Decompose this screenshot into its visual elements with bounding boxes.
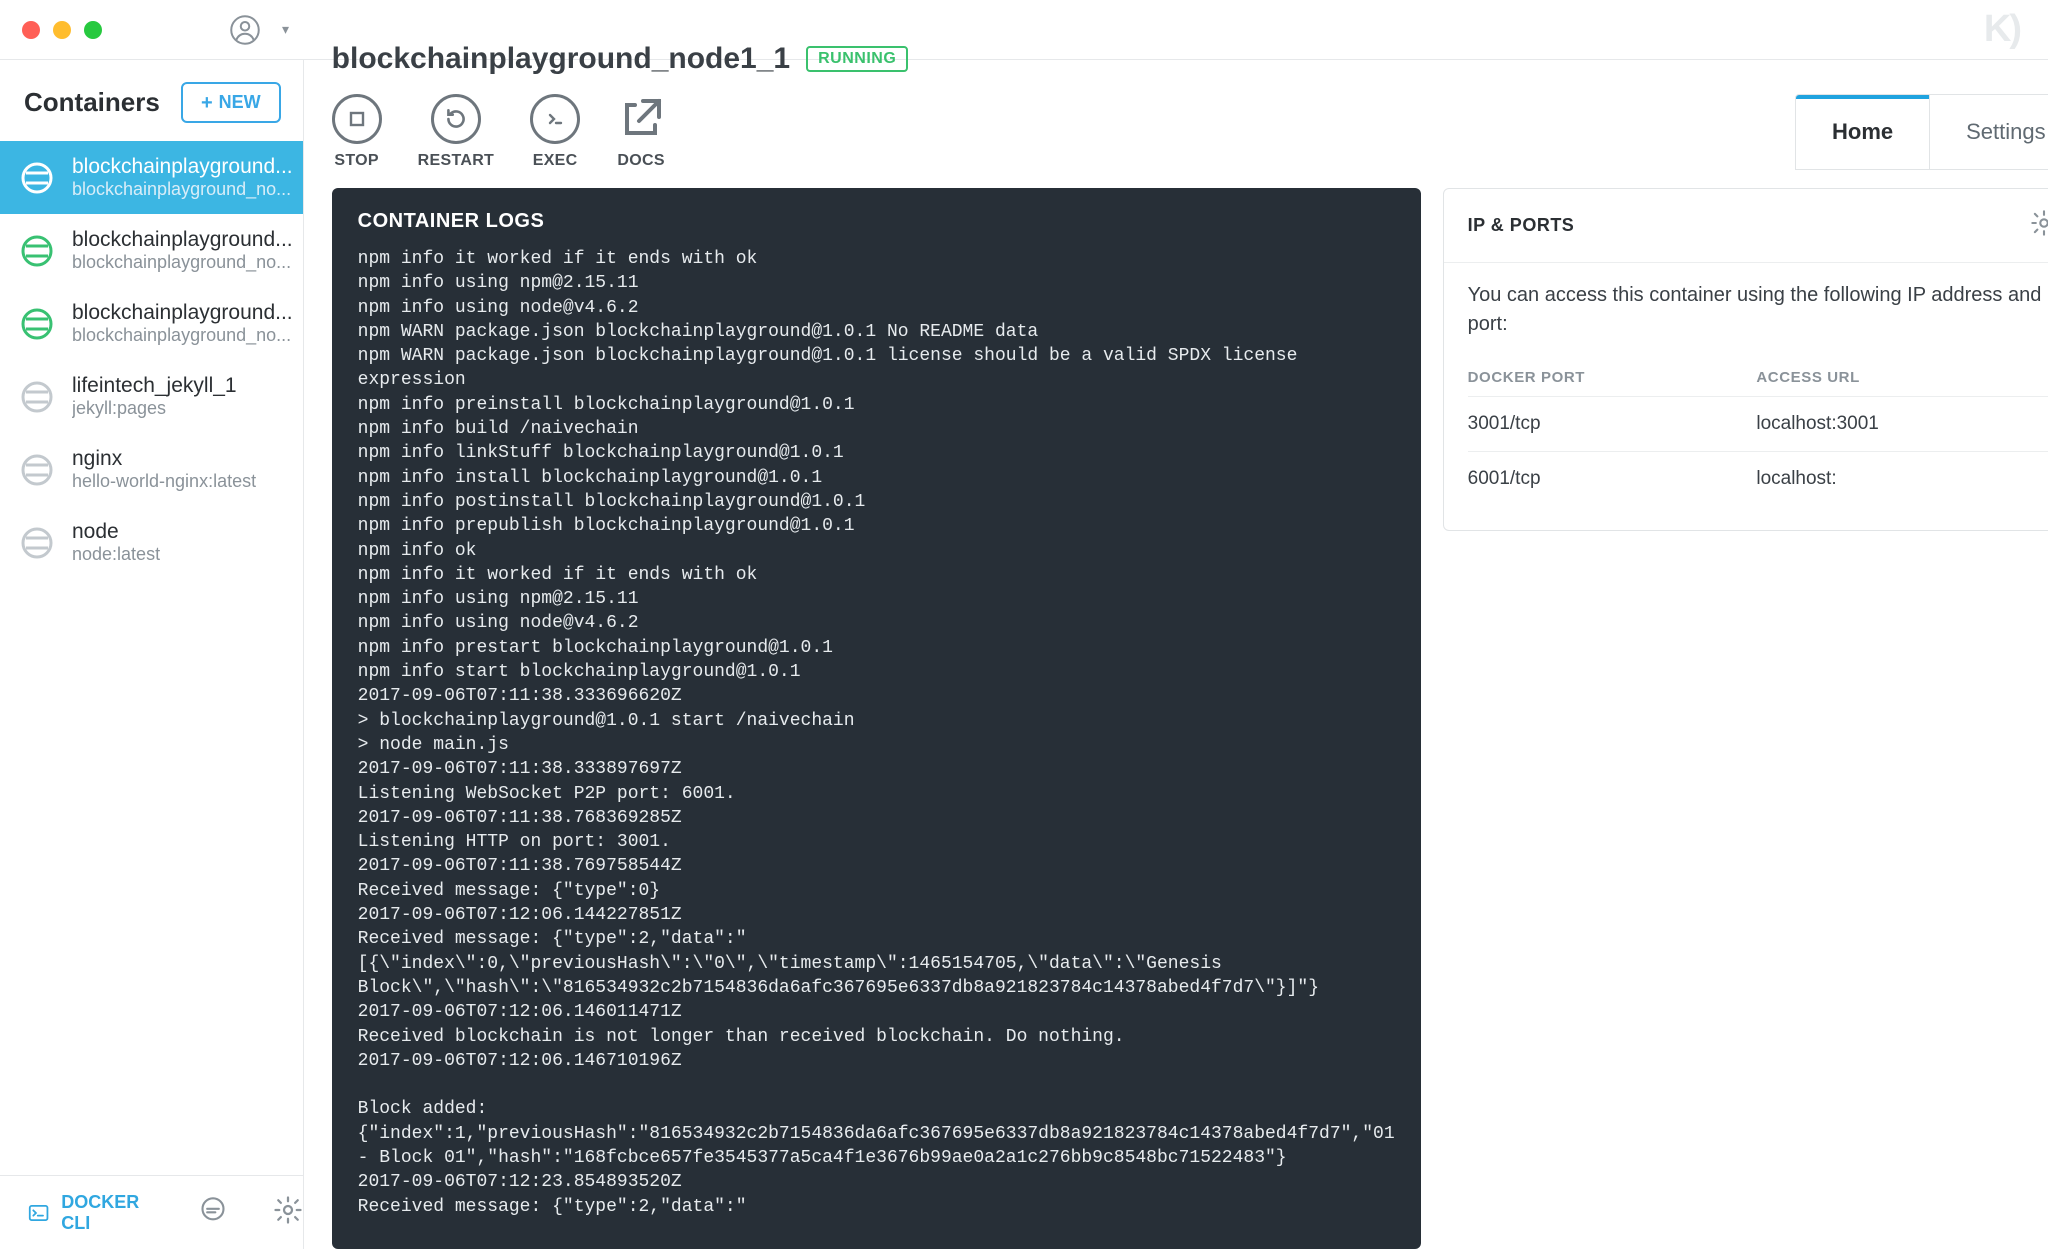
docker-cli-button[interactable]: DOCKER CLI [28, 1192, 153, 1234]
tab-bar: Home Settings [1795, 94, 2048, 170]
sidebar: Containers + NEW blockchainplayground...… [0, 60, 304, 1249]
ports-settings-button[interactable] [2030, 209, 2048, 242]
docs-label: DOCS [617, 152, 664, 170]
stop-button[interactable]: STOP [332, 94, 382, 170]
docker-cli-label: DOCKER CLI [61, 1192, 152, 1234]
new-container-button[interactable]: + NEW [181, 82, 281, 123]
container-item-name: blockchainplayground... [72, 228, 293, 252]
sidebar-item-container[interactable]: blockchainplayground...blockchainplaygro… [0, 141, 303, 214]
sidebar-item-container[interactable]: nginxhello-world-nginx:latest [0, 433, 303, 506]
ports-cell-url[interactable]: localhost:3001 [1756, 397, 2048, 452]
container-name: blockchainplayground_node1_1 [332, 42, 790, 76]
ports-title: IP & PORTS [1468, 215, 1575, 236]
ports-header-port: DOCKER PORT [1468, 359, 1757, 397]
container-item-name: lifeintech_jekyll_1 [72, 374, 237, 398]
container-item-image: hello-world-nginx:latest [72, 471, 256, 492]
restart-icon [443, 106, 469, 132]
ports-header-url: ACCESS URL [1756, 359, 2048, 397]
restart-button[interactable]: RESTART [418, 94, 494, 170]
container-item-name: node [72, 520, 160, 544]
chat-icon [199, 1196, 227, 1224]
ports-table: DOCKER PORT ACCESS URL 3001/tcplocalhost… [1468, 359, 2048, 506]
container-item-image: blockchainplayground_no... [72, 325, 293, 346]
external-link-icon [617, 95, 665, 143]
container-status-icon [20, 526, 54, 560]
container-item-image: blockchainplayground_no... [72, 179, 293, 200]
main-panel: blockchainplayground_node1_1 RUNNING STO… [304, 60, 2048, 1249]
container-logs-card: CONTAINER LOGS npm info it worked if it … [332, 188, 1421, 1249]
ports-description: You can access this container using the … [1468, 281, 2048, 339]
container-status-icon [20, 234, 54, 268]
gear-icon [273, 1195, 303, 1225]
sidebar-title: Containers [24, 87, 160, 118]
action-bar: STOP RESTART EXEC DOCS [332, 94, 666, 170]
new-button-label: NEW [219, 92, 261, 113]
sidebar-item-container[interactable]: blockchainplayground...blockchainplaygro… [0, 287, 303, 360]
ports-row: 3001/tcplocalhost:3001 [1468, 397, 2048, 452]
restart-label: RESTART [418, 152, 494, 170]
ip-ports-card: IP & PORTS You can access this container… [1443, 188, 2048, 531]
stop-label: STOP [334, 152, 378, 170]
tab-settings[interactable]: Settings [1929, 95, 2048, 169]
ports-row: 6001/tcplocalhost: [1468, 452, 2048, 507]
container-item-name: blockchainplayground... [72, 301, 293, 325]
user-icon [230, 15, 260, 45]
container-item-image: jekyll:pages [72, 398, 237, 419]
terminal-icon [28, 1200, 49, 1226]
sidebar-item-container[interactable]: blockchainplayground...blockchainplaygro… [0, 214, 303, 287]
exec-label: EXEC [533, 152, 578, 170]
close-window-button[interactable] [22, 21, 40, 39]
minimize-window-button[interactable] [53, 21, 71, 39]
exec-button[interactable]: EXEC [530, 94, 580, 170]
tab-home[interactable]: Home [1796, 95, 1929, 169]
container-status-icon [20, 307, 54, 341]
ports-cell-url[interactable]: localhost: [1756, 452, 2048, 507]
ports-cell-port: 6001/tcp [1468, 452, 1757, 507]
sidebar-item-container[interactable]: nodenode:latest [0, 506, 303, 579]
logs-title: CONTAINER LOGS [332, 188, 1421, 247]
status-badge: RUNNING [806, 46, 908, 72]
ports-cell-port: 3001/tcp [1468, 397, 1757, 452]
sidebar-footer: DOCKER CLI [0, 1175, 303, 1249]
exec-icon [543, 107, 567, 131]
maximize-window-button[interactable] [84, 21, 102, 39]
sidebar-item-container[interactable]: lifeintech_jekyll_1jekyll:pages [0, 360, 303, 433]
container-item-name: blockchainplayground... [72, 155, 293, 179]
container-item-name: nginx [72, 447, 256, 471]
chevron-down-icon: ▾ [282, 21, 289, 38]
container-item-image: node:latest [72, 544, 160, 565]
gear-icon [2030, 209, 2048, 237]
container-item-image: blockchainplayground_no... [72, 252, 293, 273]
container-status-icon [20, 380, 54, 414]
container-status-icon [20, 453, 54, 487]
container-list: blockchainplayground...blockchainplaygro… [0, 141, 303, 1175]
logs-output[interactable]: npm info it worked if it ends with ok np… [332, 247, 1421, 1239]
docs-button[interactable]: DOCS [616, 94, 666, 170]
page-header: blockchainplayground_node1_1 RUNNING [332, 42, 2048, 76]
container-status-icon [20, 161, 54, 195]
user-menu[interactable]: ▾ [230, 15, 289, 45]
traffic-lights [0, 21, 130, 39]
feedback-button[interactable] [199, 1196, 227, 1229]
settings-button[interactable] [273, 1195, 303, 1230]
stop-icon [347, 109, 367, 129]
